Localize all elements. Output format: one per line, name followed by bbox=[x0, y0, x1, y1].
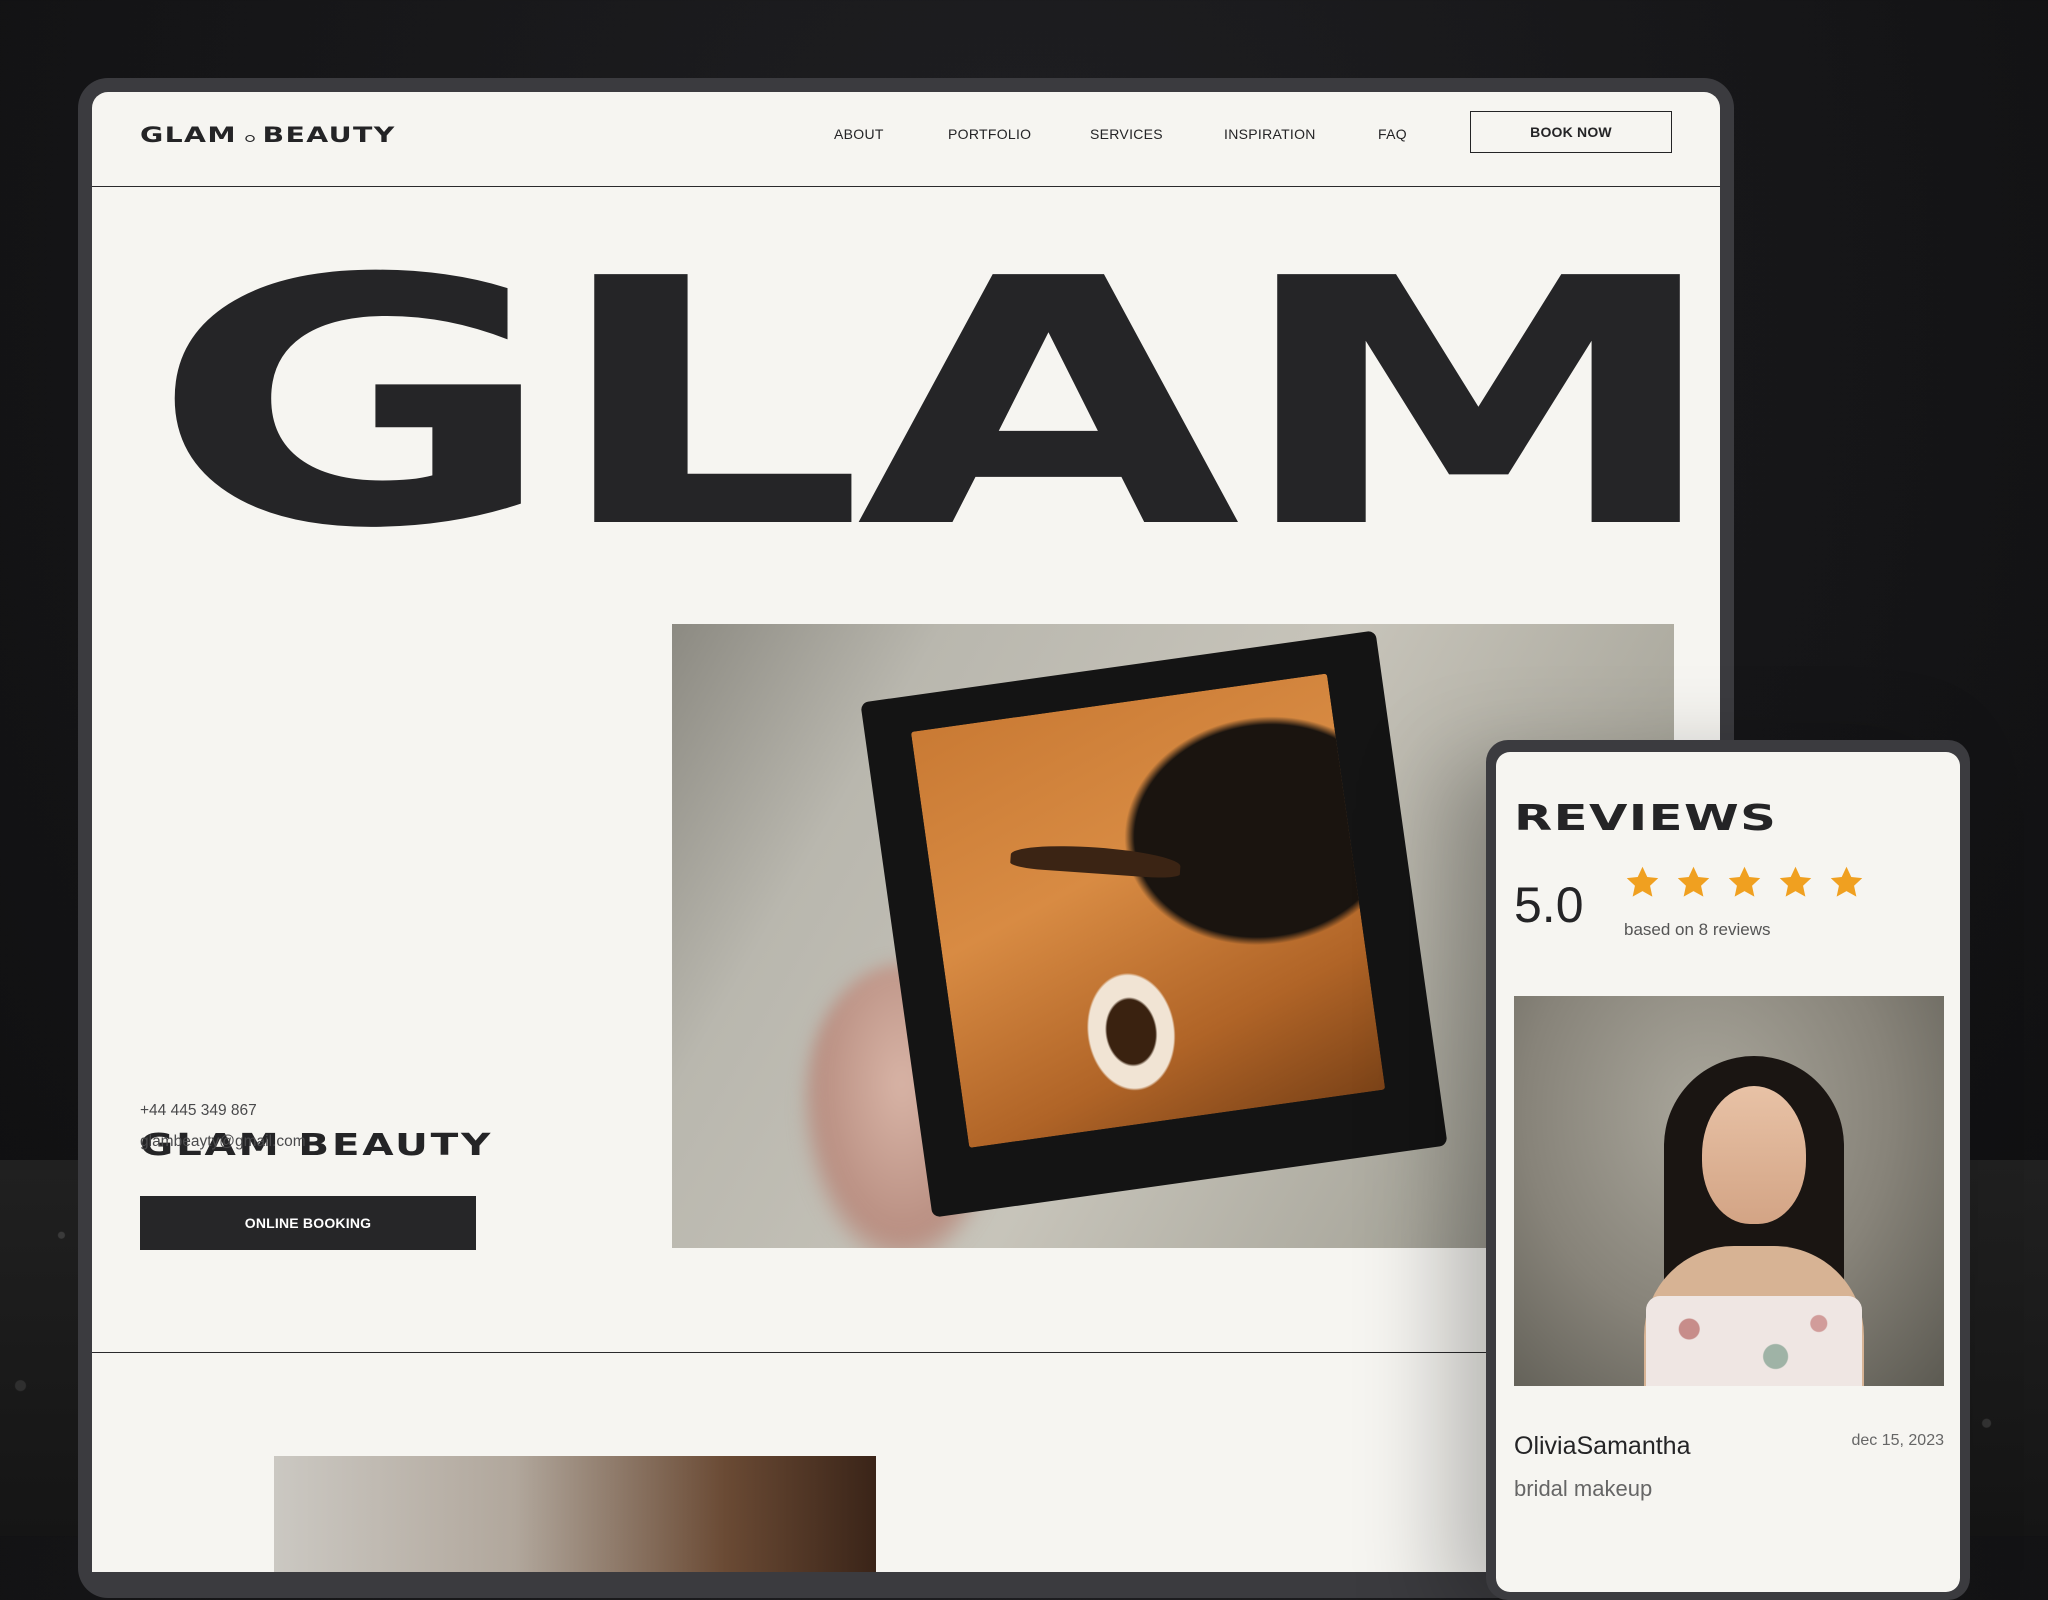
mobile-screen: REVIEWS 5.0 based on 8 reviews OliviaSam… bbox=[1496, 752, 1960, 1592]
star-icon bbox=[1677, 866, 1710, 897]
contact-email[interactable]: glambeayty@gmail.com bbox=[140, 1133, 306, 1151]
reviewer-name: OliviaSamantha bbox=[1514, 1432, 1691, 1460]
rating-stars bbox=[1624, 864, 1865, 901]
star-icon bbox=[1779, 866, 1812, 897]
desktop-screen: GLAM BEAUTY ABOUT PORTFOLIO SERVICES INS… bbox=[92, 92, 1720, 1572]
nav-link-inspiration[interactable]: INSPIRATION bbox=[1224, 126, 1316, 142]
nav-link-faq[interactable]: FAQ bbox=[1378, 126, 1407, 142]
review-date: dec 15, 2023 bbox=[1851, 1432, 1944, 1449]
eyebrow-shape bbox=[1009, 841, 1182, 880]
section-divider bbox=[92, 1352, 1720, 1353]
hero-headline: GLAM bbox=[150, 207, 1720, 603]
online-booking-button[interactable]: ONLINE BOOKING bbox=[140, 1196, 476, 1250]
top-navigation: GLAM BEAUTY ABOUT PORTFOLIO SERVICES INS… bbox=[92, 92, 1720, 187]
nav-link-portfolio[interactable]: PORTFOLIO bbox=[948, 126, 1031, 142]
person-floral-top bbox=[1646, 1296, 1862, 1386]
mirror-reflection bbox=[910, 673, 1386, 1148]
review-count: based on 8 reviews bbox=[1624, 920, 1771, 939]
reviews-heading: REVIEWS bbox=[1514, 798, 1778, 839]
person-face bbox=[1702, 1086, 1806, 1224]
rating-score: 5.0 bbox=[1514, 877, 1584, 933]
compact-mirror bbox=[860, 630, 1448, 1218]
star-icon bbox=[1728, 866, 1761, 897]
section-image bbox=[274, 1456, 876, 1572]
contact-phone[interactable]: +44 445 349 867 bbox=[140, 1102, 257, 1120]
book-now-button[interactable]: BOOK NOW bbox=[1470, 111, 1672, 153]
logo-text-beauty: BEAUTY bbox=[262, 123, 396, 147]
review-service: bridal makeup bbox=[1514, 1476, 1653, 1501]
logo-text-glam: GLAM bbox=[140, 123, 237, 147]
star-icon bbox=[1626, 866, 1659, 897]
star-icon bbox=[1830, 866, 1863, 897]
brand-logo[interactable]: GLAM BEAUTY bbox=[140, 118, 396, 152]
nav-link-services[interactable]: SERVICES bbox=[1090, 126, 1163, 142]
nav-link-about[interactable]: ABOUT bbox=[834, 126, 884, 142]
logo-dot-icon bbox=[245, 134, 255, 142]
reviewer-photo bbox=[1514, 996, 1944, 1386]
